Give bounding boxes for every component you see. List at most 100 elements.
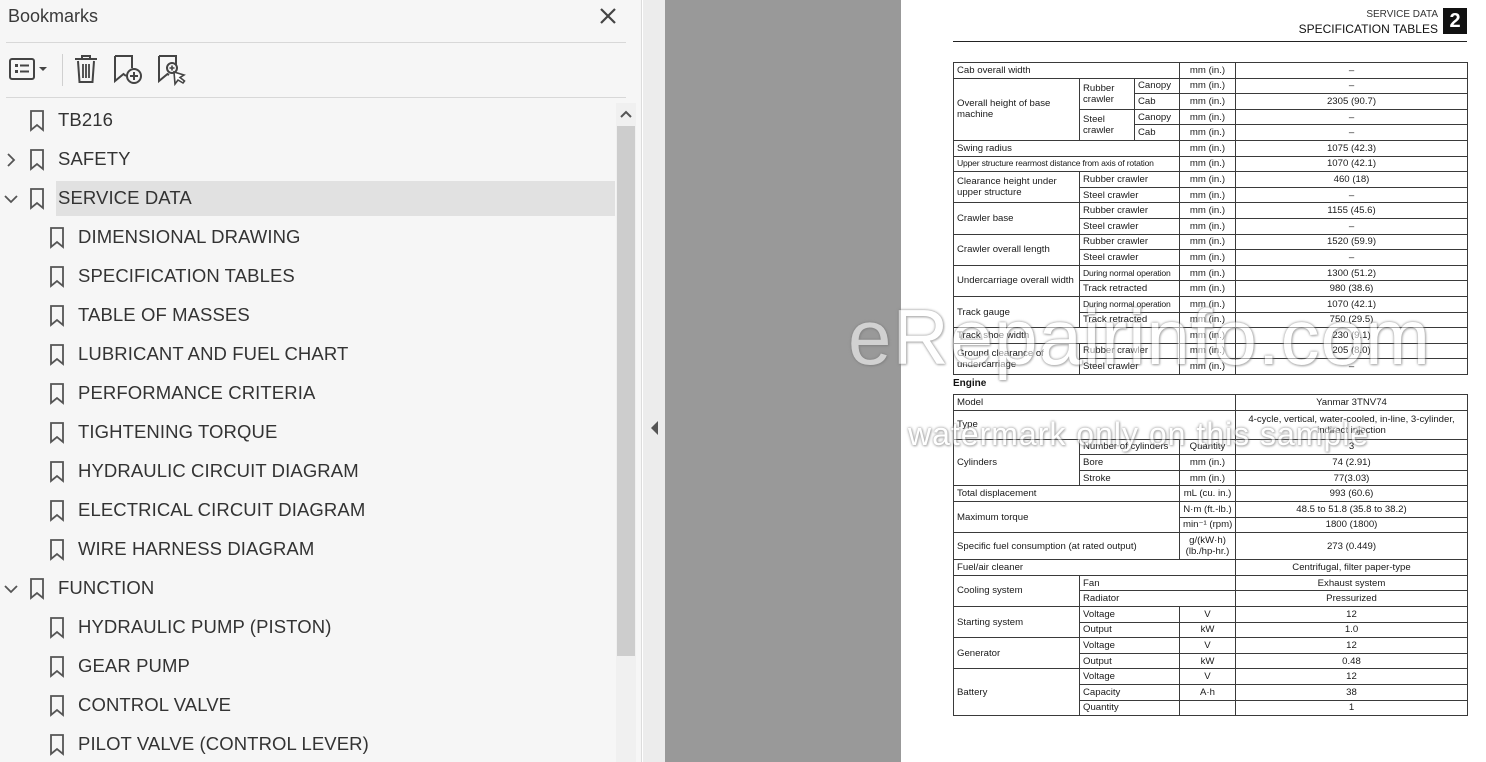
table-row: Battery Voltage V 12 — [953, 668, 1468, 717]
spec-value: – — [1235, 186, 1469, 204]
spec-unit: mm (in.) — [1179, 186, 1237, 204]
spec-unit: kW — [1179, 621, 1236, 639]
bookmark-icon — [50, 305, 64, 327]
options-menu-icon[interactable] — [8, 52, 50, 86]
spec-label: Battery — [953, 668, 1080, 717]
spec-unit-line: g/(kW·h) — [1189, 535, 1226, 547]
scrollbar-thumb[interactable] — [617, 126, 635, 656]
spec-value: Centrifugal, filter paper-type — [1235, 559, 1468, 576]
spec-value: – — [1235, 249, 1469, 266]
spec-label: Swing radius — [952, 139, 1181, 157]
bookmark-icon — [50, 461, 64, 483]
section-label: SERVICE DATA — [1366, 9, 1438, 20]
section-number-badge: 2 — [1443, 8, 1467, 34]
bookmark-item[interactable]: LUBRICANT AND FUEL CHART — [0, 337, 616, 373]
spec-value: 1800 (1800) — [1235, 516, 1468, 534]
spec-unit: kW — [1179, 652, 1236, 670]
bookmark-label: PERFORMANCE CRITERIA — [78, 382, 316, 403]
watermark-sub: watermark only on this sample — [908, 416, 1370, 452]
table-row: Cab overall width mm (in.) – — [952, 62, 1469, 79]
bookmark-icon — [50, 383, 64, 405]
bookmark-label: LUBRICANT AND FUEL CHART — [78, 343, 349, 364]
bookmark-item[interactable]: PILOT VALVE (CONTROL LEVER) — [0, 727, 616, 762]
spec-sublabel: Fan — [1079, 574, 1236, 592]
spec-sublabel: Steel crawler — [1078, 249, 1181, 266]
bookmark-item[interactable]: CONTROL VALVE — [0, 688, 616, 724]
spec-label: Total displacement — [953, 485, 1180, 502]
bookmark-add-icon[interactable] — [112, 52, 144, 86]
spec-sublabel: Radiator — [1079, 590, 1236, 607]
bookmark-item[interactable]: TB216 — [0, 103, 616, 139]
spec-value: – — [1235, 124, 1469, 141]
bookmark-icon — [50, 266, 64, 288]
trash-icon[interactable] — [72, 52, 100, 86]
spec-unit: mL (cu. in.) — [1179, 485, 1236, 502]
toolbar-divider-line — [6, 97, 626, 98]
spec-value: 993 (60.6) — [1235, 485, 1468, 502]
spec-sublabel: Output — [1079, 621, 1180, 639]
spec-sublabel: Rubber crawler — [1078, 233, 1181, 251]
table-row: Total displacement mL (cu. in.) 993 (60.… — [953, 485, 1468, 502]
bookmark-item[interactable]: SPECIFICATION TABLES — [0, 259, 616, 295]
table-row: Crawler base Rubber crawler mm (in.) 115… — [953, 202, 1469, 235]
bookmark-label: CONTROL VALVE — [78, 694, 232, 715]
bookmark-item[interactable]: FUNCTION — [0, 571, 616, 607]
header-divider — [6, 42, 626, 43]
spec-sublabel: Cab — [1133, 124, 1181, 141]
spec-sublabel: Voltage — [1079, 605, 1180, 623]
collapse-panel-icon[interactable] — [649, 418, 661, 438]
bookmarks-panel: Bookmarks TB216 SAFETY SERVICE DATA DIMENSI… — [0, 0, 642, 762]
spec-label: Crawler base — [953, 202, 1080, 235]
toolbar-divider — [62, 54, 63, 86]
spec-value: 1.0 — [1235, 621, 1468, 639]
bookmark-item[interactable]: GEAR PUMP — [0, 649, 616, 685]
bookmark-item[interactable]: SAFETY — [0, 142, 616, 178]
scroll-up-icon[interactable] — [616, 103, 636, 125]
bookmark-label: HYDRAULIC CIRCUIT DIAGRAM — [78, 460, 359, 481]
chevron-right-icon[interactable] — [3, 152, 19, 168]
spec-unit: g/(kW·h) (lb./hp-hr.) — [1179, 532, 1236, 561]
bookmark-item[interactable]: HYDRAULIC PUMP (PISTON) — [0, 610, 616, 646]
spec-sublabel: Rubber crawler — [1078, 202, 1181, 219]
spec-sublabel: Voltage — [1079, 637, 1180, 654]
spec-sublabel: Canopy — [1133, 77, 1181, 95]
bookmark-item[interactable]: DIMENSIONAL DRAWING — [0, 220, 616, 256]
bookmark-item[interactable]: TABLE OF MASSES — [0, 298, 616, 334]
spec-value: – — [1235, 62, 1469, 79]
spec-value: Exhaust system — [1235, 574, 1468, 592]
chevron-down-icon[interactable] — [3, 581, 19, 597]
spec-value: 38 — [1235, 683, 1468, 701]
bookmark-label: ELECTRICAL CIRCUIT DIAGRAM — [78, 499, 366, 520]
spec-value: 2305 (90.7) — [1235, 93, 1469, 110]
bookmark-item[interactable]: ELECTRICAL CIRCUIT DIAGRAM — [0, 493, 616, 529]
spec-sublabel: Output — [1079, 652, 1180, 670]
spec-label: Generator — [953, 637, 1080, 670]
bookmark-item[interactable]: WIRE HARNESS DIAGRAM — [0, 532, 616, 568]
bookmark-label: SERVICE DATA — [58, 187, 192, 208]
spec-value: 12 — [1235, 668, 1468, 685]
bookmark-icon — [30, 188, 44, 210]
spec-unit: mm (in.) — [1179, 264, 1237, 282]
bookmark-label: FUNCTION — [58, 577, 155, 598]
spec-sublabel: Steel crawler — [1078, 217, 1181, 235]
bookmark-label: DIMENSIONAL DRAWING — [78, 226, 301, 247]
bookmark-label: SAFETY — [58, 148, 131, 169]
bookmark-item[interactable]: HYDRAULIC CIRCUIT DIAGRAM — [0, 454, 616, 490]
panel-splitter[interactable] — [643, 0, 665, 762]
spec-value: – — [1235, 77, 1469, 95]
bookmark-item[interactable]: TIGHTENING TORQUE — [0, 415, 616, 451]
bookmark-item[interactable]: PERFORMANCE CRITERIA — [0, 376, 616, 412]
spec-unit: A·h — [1179, 683, 1236, 701]
bookmark-icon — [50, 539, 64, 561]
bookmark-label: SPECIFICATION TABLES — [78, 265, 295, 286]
bookmark-find-icon[interactable] — [156, 52, 188, 86]
spec-value: 460 (18) — [1235, 171, 1469, 188]
spec-sublabel: Canopy — [1133, 108, 1181, 126]
spec-sublabel: During normal operation — [1078, 264, 1181, 282]
spec-unit — [1179, 699, 1236, 717]
bookmark-item[interactable]: SERVICE DATA — [0, 181, 616, 217]
bookmark-label: WIRE HARNESS DIAGRAM — [78, 538, 315, 559]
close-icon[interactable] — [596, 4, 620, 28]
spec-label: Upper structure rearmost distance from a… — [952, 155, 1181, 173]
chevron-down-icon[interactable] — [3, 191, 19, 207]
